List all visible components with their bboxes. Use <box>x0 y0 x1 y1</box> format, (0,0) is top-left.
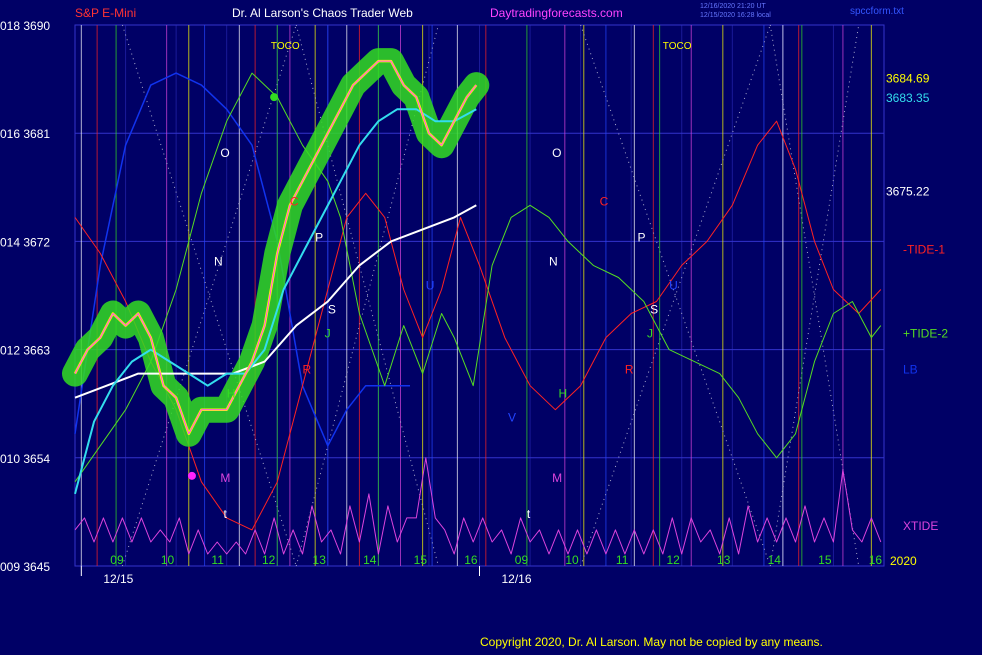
low-marker <box>187 471 196 480</box>
x-hour-label: 11 <box>616 553 629 567</box>
cycle-letter: C <box>290 194 299 208</box>
cycle-letter: U <box>426 278 435 292</box>
y-tick-label: 016 3681 <box>0 127 50 141</box>
cycle-letter: O <box>220 146 229 160</box>
toco-marker: TOCO <box>663 41 692 52</box>
series-label: XTIDE <box>903 519 938 533</box>
cycle-letter: R <box>303 363 312 377</box>
year-label: 2020 <box>890 554 917 568</box>
cycle-letter: O <box>552 146 561 160</box>
cycle-letter: J <box>647 327 653 341</box>
cycle-letter: P <box>315 230 323 244</box>
toco-dot <box>270 93 279 102</box>
cycle-letter: S <box>328 303 336 317</box>
chart-title: Dr. Al Larson's Chaos Trader Web <box>232 6 413 20</box>
timestamp-utc: 12/16/2020 21:20 UT <box>700 3 766 10</box>
x-hour-label: 10 <box>565 553 579 567</box>
cycle-letter: M <box>552 471 562 485</box>
timestamp-local: 12/15/2020 16:28 local <box>700 12 771 19</box>
copyright-notice: Copyright 2020, Dr. Al Larson. May not b… <box>480 635 823 649</box>
x-date-label: 12/16 <box>502 572 532 586</box>
chaos-trader-chart: 018 3690 016 3681 014 3672 012 3663 010 3654… <box>0 0 982 650</box>
x-hour-label: 09 <box>110 553 124 567</box>
y-tick-label: 014 3672 <box>0 235 50 249</box>
series-label: +TIDE-2 <box>903 327 948 341</box>
cycle-letter: H <box>559 387 568 401</box>
slow-avg-label: 3675.22 <box>886 185 930 199</box>
x-hour-label: 09 <box>515 553 529 567</box>
chart-window: 018 3690 016 3681 014 3672 012 3663 010 3654… <box>0 0 982 650</box>
series-label: -TIDE-1 <box>903 242 945 256</box>
toco-marker: TOCO <box>271 41 300 52</box>
x-hour-label: 16 <box>869 553 883 567</box>
x-hour-label: 12 <box>262 553 276 567</box>
x-date-label: 12/15 <box>103 572 133 586</box>
y-tick-label: 010 3654 <box>0 452 50 466</box>
x-hour-label: 14 <box>768 553 782 567</box>
x-hour-label: 14 <box>363 553 377 567</box>
data-file-name: spccform.txt <box>850 6 904 17</box>
x-hour-label: 12 <box>666 553 680 567</box>
series-label: LB <box>903 363 918 377</box>
cycle-letter: C <box>600 194 609 208</box>
last-price-label: 3684.69 <box>886 72 930 86</box>
cycle-letter: V <box>508 411 516 425</box>
site-link[interactable]: Daytradingforecasts.com <box>490 6 623 20</box>
cycle-letter: R <box>625 363 634 377</box>
fast-avg-label: 3683.35 <box>886 91 930 105</box>
x-hour-label: 13 <box>717 553 731 567</box>
x-hour-label: 15 <box>818 553 832 567</box>
x-hour-label: 13 <box>313 553 327 567</box>
x-hour-label: 10 <box>161 553 175 567</box>
cycle-letter: J <box>325 327 331 341</box>
y-tick-label: 012 3663 <box>0 344 50 358</box>
y-tick-label: 018 3690 <box>0 19 50 33</box>
cycle-letter: H <box>227 387 236 401</box>
x-hour-label: 16 <box>464 553 478 567</box>
x-hour-label: 15 <box>414 553 428 567</box>
cycle-letter: U <box>669 278 678 292</box>
x-hour-label: 11 <box>211 553 224 567</box>
y-tick-label: 009 3645 <box>0 560 50 574</box>
cycle-letter: S <box>650 303 658 317</box>
cycle-letter: N <box>214 254 223 268</box>
instrument-label: S&P E-Mini <box>75 6 136 20</box>
cycle-letter: P <box>638 230 646 244</box>
cycle-letter: N <box>549 254 558 268</box>
cycle-letter: M <box>220 471 230 485</box>
